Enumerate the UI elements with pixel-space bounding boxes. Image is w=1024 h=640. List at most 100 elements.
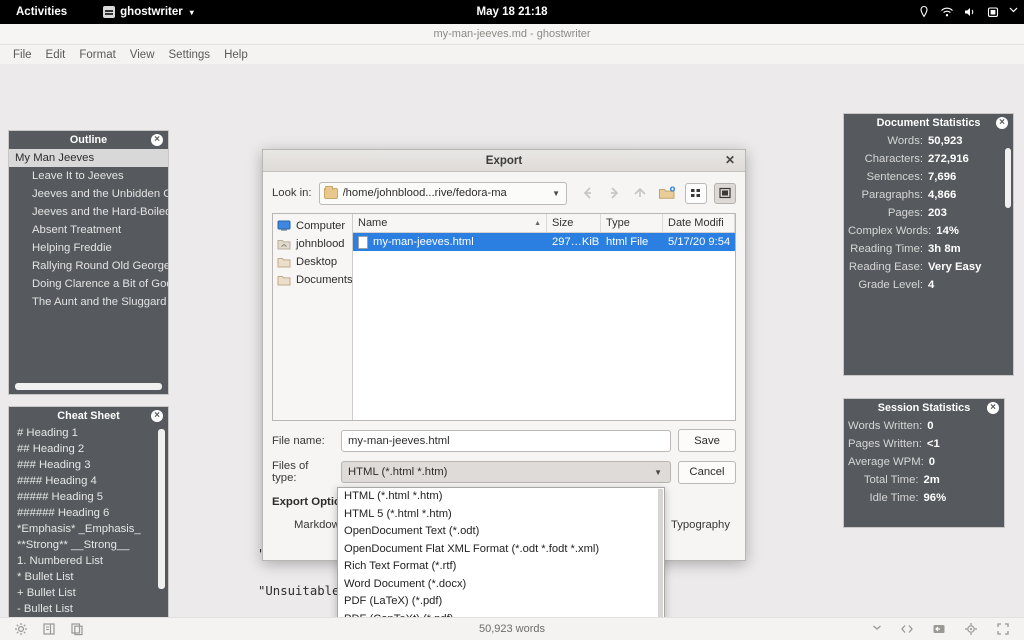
copy-icon[interactable] [70, 622, 84, 636]
outline-item[interactable]: Jeeves and the Unbidden Gues [9, 185, 168, 203]
outline-item[interactable]: The Aunt and the Sluggard [9, 293, 168, 311]
cheat-sheet-item[interactable]: * Bullet List [9, 569, 168, 585]
file-type-dropdown[interactable]: HTML (*.html *.htm) HTML 5 (*.html *.htm… [337, 487, 665, 617]
stat-row: Grade Level: 4 [844, 276, 1013, 294]
dropdown-option[interactable]: PDF (ConTeXt) (*.pdf) [338, 611, 664, 618]
menu-settings[interactable]: Settings [162, 47, 218, 63]
place-item-documents[interactable]: Documents [273, 271, 352, 289]
cheat-sheet-item[interactable]: # Heading 1 [9, 425, 168, 441]
dropdown-option[interactable]: HTML (*.html *.htm) [338, 488, 664, 506]
outline-item[interactable]: Leave It to Jeeves [9, 167, 168, 185]
cheat-sheet-item[interactable]: ###### Heading 6 [9, 505, 168, 521]
cheat-sheet-item[interactable]: *Emphasis* _Emphasis_ [9, 521, 168, 537]
document-statistics-list: Words: 50,923 Characters: 272,916 Senten… [844, 132, 1013, 375]
close-icon[interactable]: × [996, 117, 1008, 129]
menu-view[interactable]: View [123, 47, 162, 63]
document-statistics-panel: Document Statistics × Words: 50,923 Char… [843, 113, 1014, 376]
outline-item[interactable]: Rallying Round Old George [9, 257, 168, 275]
document-statistics-scrollbar[interactable] [1005, 148, 1011, 208]
detail-view-icon[interactable] [714, 183, 736, 204]
outline-horizontal-scrollbar[interactable] [15, 383, 162, 390]
cheat-sheet-item[interactable]: + Bullet List [9, 585, 168, 601]
column-header-size[interactable]: Size [547, 214, 601, 232]
outline-item[interactable]: Helping Freddie [9, 239, 168, 257]
column-header-type[interactable]: Type [601, 214, 663, 232]
file-name-cell[interactable]: my-man-jeeves.html [353, 236, 547, 249]
dropdown-option[interactable]: Rich Text Format (*.rtf) [338, 558, 664, 576]
column-header-date[interactable]: Date Modifi [663, 214, 735, 232]
stat-value: Very Easy [928, 261, 1003, 273]
stat-row: Sentences: 7,696 [844, 168, 1013, 186]
path-value: /home/johnblood...rive/fedora-ma [343, 187, 548, 199]
path-combobox[interactable]: /home/johnblood...rive/fedora-ma ▼ [319, 182, 567, 205]
cheat-sheet-item[interactable]: - Bullet List [9, 601, 168, 617]
save-button[interactable]: Save [678, 429, 736, 452]
cancel-button[interactable]: Cancel [678, 461, 736, 484]
cheat-sheet-item[interactable]: 1. Numbered List [9, 553, 168, 569]
file-row[interactable]: my-man-jeeves.html 297…KiB html File 5/1… [353, 233, 735, 251]
stat-value: 203 [928, 207, 1003, 219]
dropdown-option[interactable]: OpenDocument Flat XML Format (*.odt *.fo… [338, 541, 664, 559]
system-tray[interactable] [917, 0, 1018, 24]
typography-label: Typography [671, 519, 730, 531]
outline-item[interactable]: Doing Clarence a Bit of Good [9, 275, 168, 293]
dropdown-option[interactable]: Word Document (*.docx) [338, 576, 664, 594]
close-icon[interactable]: × [987, 402, 999, 414]
close-icon[interactable]: × [151, 410, 163, 422]
outline-panel-icon[interactable] [42, 622, 56, 636]
stat-label: Grade Level: [848, 279, 923, 291]
gear-icon[interactable] [14, 622, 28, 636]
outline-list[interactable]: My Man Jeeves Leave It to Jeeves Jeeves … [9, 149, 168, 394]
place-item-desktop[interactable]: Desktop [273, 253, 352, 271]
status-bar-left [0, 622, 84, 636]
app-menu-button[interactable]: ghostwriter ▾ [93, 3, 204, 21]
dropdown-option[interactable]: HTML 5 (*.html *.htm) [338, 506, 664, 524]
chevron-down-icon[interactable] [1009, 5, 1018, 19]
cheat-sheet-item[interactable]: ### Heading 3 [9, 457, 168, 473]
outline-item[interactable]: Jeeves and the Hard-Boiled Eg [9, 203, 168, 221]
dropdown-option[interactable]: OpenDocument Text (*.odt) [338, 523, 664, 541]
back-icon[interactable] [578, 184, 597, 203]
menu-file[interactable]: File [6, 47, 39, 63]
new-folder-icon[interactable] [656, 183, 678, 204]
file-name-input[interactable] [341, 430, 671, 452]
fullscreen-icon[interactable] [996, 622, 1010, 636]
stat-label: Total Time: [848, 474, 919, 486]
chevron-down-icon[interactable] [872, 622, 882, 636]
cheat-sheet-item[interactable]: ## Heading 2 [9, 441, 168, 457]
dark-mode-icon[interactable] [932, 622, 946, 636]
dropdown-scrollbar[interactable] [658, 489, 663, 617]
forward-icon[interactable] [604, 184, 623, 203]
file-type-combobox[interactable]: HTML (*.html *.htm) ▼ [341, 461, 671, 483]
place-item-johnblood[interactable]: johnblood [273, 235, 352, 253]
word-count: 50,923 words [0, 623, 1024, 635]
sort-ascending-icon: ▲ [534, 220, 541, 227]
outline-item[interactable]: My Man Jeeves [9, 149, 168, 167]
outline-item[interactable]: Absent Treatment [9, 221, 168, 239]
cheat-sheet-item[interactable]: **Strong** __Strong__ [9, 537, 168, 553]
place-item-computer[interactable]: Computer [273, 217, 352, 235]
menu-edit[interactable]: Edit [39, 47, 73, 63]
column-header-name[interactable]: Name ▲ [353, 214, 547, 232]
stat-value: <1 [927, 438, 994, 450]
dropdown-option[interactable]: PDF (LaTeX) (*.pdf) [338, 593, 664, 611]
folder-icon [277, 274, 291, 286]
menu-format[interactable]: Format [72, 47, 122, 63]
cheat-sheet-item[interactable]: ##### Heading 5 [9, 489, 168, 505]
file-size: 297…KiB [547, 236, 601, 248]
menu-help[interactable]: Help [217, 47, 255, 63]
focus-mode-icon[interactable] [964, 622, 978, 636]
cheat-sheet-item[interactable]: #### Heading 4 [9, 473, 168, 489]
cheat-sheet-list[interactable]: # Heading 1 ## Heading 2 ### Heading 3 #… [9, 425, 168, 617]
stat-label: Idle Time: [848, 492, 919, 504]
cheat-sheet-vertical-scrollbar[interactable] [158, 429, 165, 589]
activities-button[interactable]: Activities [8, 3, 75, 21]
file-list[interactable]: Name ▲ Size Type Date Modifi my-m [353, 214, 735, 420]
editor-area[interactable]: "What absolu years." "Unsuitable Well, t… [0, 65, 1024, 617]
list-view-icon[interactable] [685, 183, 707, 204]
close-icon[interactable]: ✕ [723, 153, 737, 167]
close-icon[interactable]: × [151, 134, 163, 146]
document-statistics-title: Document Statistics [877, 117, 981, 129]
parent-folder-icon[interactable] [630, 184, 649, 203]
code-icon[interactable] [900, 622, 914, 636]
